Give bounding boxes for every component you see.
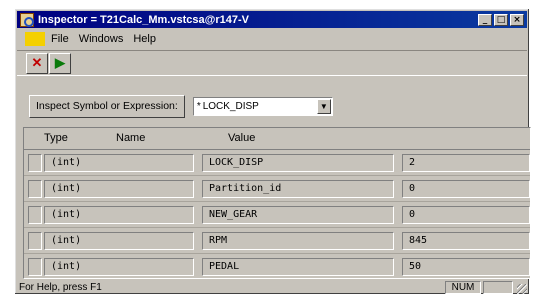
header-type[interactable]: Type: [44, 132, 68, 144]
cell-type: (int): [44, 258, 194, 276]
title-bar[interactable]: Inspector = T21Calc_Mm.vstcsa@r147-V _ □…: [17, 11, 527, 28]
status-bar: For Help, press F1 NUM: [17, 281, 527, 294]
row-handle[interactable]: [28, 258, 42, 276]
cell-value[interactable]: 2: [402, 154, 530, 172]
cell-name[interactable]: RPM: [202, 232, 394, 250]
grid-row[interactable]: (int) NEW_GEAR 0: [24, 202, 530, 228]
cell-type: (int): [44, 232, 194, 250]
grid-row[interactable]: (int) LOCK_DISP 2: [24, 150, 530, 176]
menu-file[interactable]: File: [51, 33, 69, 45]
stop-button[interactable]: ✕: [26, 52, 48, 74]
cell-name[interactable]: Partition_id: [202, 180, 394, 198]
maximize-button[interactable]: □: [494, 13, 508, 26]
variables-grid: Type Name Value (int) LOCK_DISP 2 (int) …: [23, 127, 531, 279]
inspector-window: Inspector = T21Calc_Mm.vstcsa@r147-V _ □…: [14, 8, 531, 295]
inspect-row: Inspect Symbol or Expression: * LOCK_DIS…: [17, 93, 527, 119]
grid-header: Type Name Value: [24, 128, 530, 150]
row-handle[interactable]: [28, 180, 42, 198]
cell-type: (int): [44, 180, 194, 198]
dropdown-arrow-icon[interactable]: ▼: [316, 98, 331, 114]
inspect-symbol-button[interactable]: Inspect Symbol or Expression:: [29, 94, 185, 118]
cell-name[interactable]: PEDAL: [202, 258, 394, 276]
combo-value[interactable]: LOCK_DISP: [203, 101, 317, 112]
toolbar: ✕ ▶: [17, 50, 527, 76]
menu-bar: File Windows Help: [17, 30, 527, 48]
cell-name[interactable]: NEW_GEAR: [202, 206, 394, 224]
window-controls: _ □ ×: [478, 13, 524, 26]
cell-type: (int): [44, 206, 194, 224]
menu-logo-icon: [25, 32, 45, 46]
combo-prefix: *: [196, 100, 201, 112]
grid-row[interactable]: (int) PEDAL 50: [24, 254, 530, 278]
grid-row[interactable]: (int) Partition_id 0: [24, 176, 530, 202]
grid-row[interactable]: (int) RPM 845: [24, 228, 530, 254]
row-handle[interactable]: [28, 154, 42, 172]
cell-value[interactable]: 0: [402, 180, 530, 198]
resize-grip-icon[interactable]: [515, 282, 527, 294]
status-text: For Help, press F1: [19, 282, 102, 293]
cell-value[interactable]: 845: [402, 232, 530, 250]
row-handle[interactable]: [28, 232, 42, 250]
minimize-button[interactable]: _: [478, 13, 492, 26]
refresh-button[interactable]: ▶: [49, 52, 71, 74]
cell-value[interactable]: 0: [402, 206, 530, 224]
window-title: Inspector = T21Calc_Mm.vstcsa@r147-V: [38, 13, 249, 26]
app-icon: [20, 12, 34, 27]
menu-help[interactable]: Help: [133, 33, 156, 45]
row-handle[interactable]: [28, 206, 42, 224]
cell-type: (int): [44, 154, 194, 172]
status-pane: [483, 281, 513, 294]
expression-combobox[interactable]: * LOCK_DISP ▼: [192, 96, 333, 116]
cell-name[interactable]: LOCK_DISP: [202, 154, 394, 172]
cell-value[interactable]: 50: [402, 258, 530, 276]
refresh-icon: ▶: [55, 55, 65, 70]
header-name[interactable]: Name: [116, 132, 145, 144]
menu-windows[interactable]: Windows: [79, 33, 124, 45]
close-button[interactable]: ×: [510, 13, 524, 26]
stop-icon: ✕: [31, 55, 43, 70]
num-lock-indicator: NUM: [445, 281, 481, 294]
header-value[interactable]: Value: [228, 132, 255, 144]
